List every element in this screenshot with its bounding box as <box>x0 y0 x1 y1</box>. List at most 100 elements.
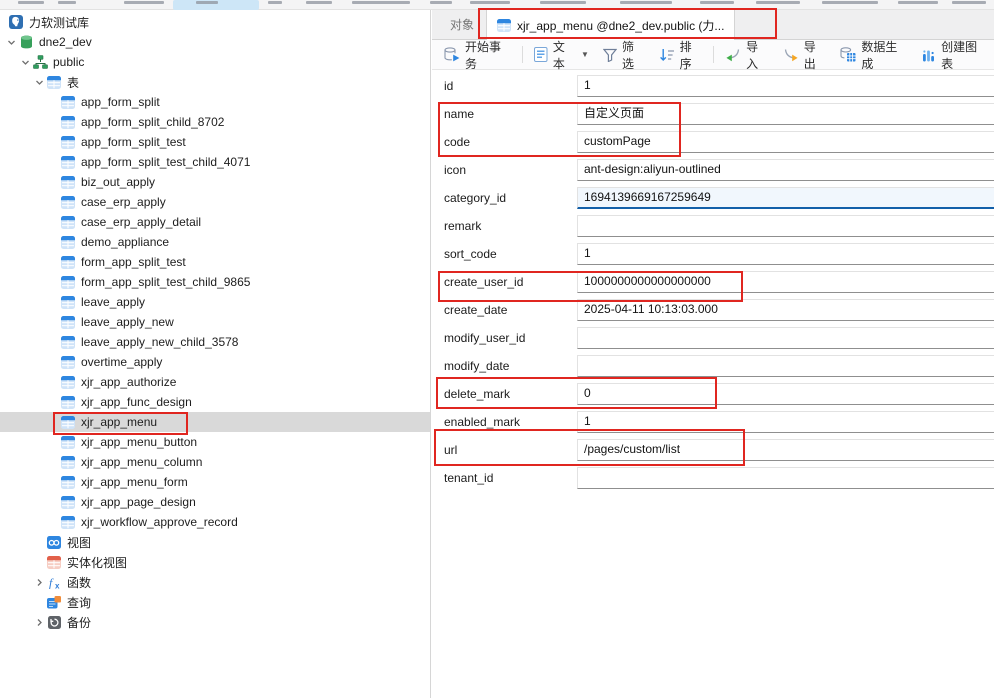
table-icon <box>60 295 76 309</box>
chevron-spacer <box>46 315 60 329</box>
-button[interactable]: 排序 <box>652 43 710 67</box>
tab-objects-label: 对象 <box>450 16 474 33</box>
tree-item-biz-out-apply[interactable]: biz_out_apply <box>0 172 430 192</box>
tree-item-xjr-app-func-design[interactable]: xjr_app_func_design <box>0 392 430 412</box>
tree-item-label: overtime_apply <box>81 355 170 369</box>
tree-item-[interactable]: 视图 <box>0 532 430 552</box>
tree-item-public[interactable]: public <box>0 52 430 72</box>
-button[interactable]: 文本▼ <box>527 43 596 67</box>
tree-item-label: xjr_workflow_approve_record <box>81 515 246 529</box>
field-value-sort-code[interactable]: 1 <box>577 243 994 265</box>
table-icon <box>60 375 76 389</box>
-button[interactable]: 筛选 <box>596 43 652 67</box>
field-value-create-date[interactable]: 2025-04-11 10:13:03.000 <box>577 299 994 321</box>
tab-xjr-app-menu[interactable]: xjr_app_menu @dne2_dev.public (力... <box>486 10 735 40</box>
field-value-remark[interactable] <box>577 215 994 237</box>
field-row-enabled-mark: enabled_mark1 <box>432 408 994 436</box>
field-row-modify-user-id: modify_user_id <box>432 324 994 352</box>
query-icon <box>46 595 62 609</box>
tree-item-case-erp-apply[interactable]: case_erp_apply <box>0 192 430 212</box>
field-value-id[interactable]: 1 <box>577 75 994 97</box>
clipped-ui-fragment <box>620 1 672 4</box>
field-value-name[interactable]: 自定义页面 <box>577 103 994 125</box>
tree-item-[interactable]: 查询 <box>0 592 430 612</box>
tree-item-[interactable]: 实体化视图 <box>0 552 430 572</box>
field-value-create-user-id[interactable]: 1000000000000000000 <box>577 271 994 293</box>
chevron-spacer <box>46 475 60 489</box>
tree-item-label: dne2_dev <box>39 35 100 49</box>
tree-item-form-app-split-test[interactable]: form_app_split_test <box>0 252 430 272</box>
tree-item-leave-apply[interactable]: leave_apply <box>0 292 430 312</box>
chevron-spacer <box>46 235 60 249</box>
tree-item-app-form-split[interactable]: app_form_split <box>0 92 430 112</box>
-button[interactable]: 导出 <box>776 43 834 67</box>
tree-item-[interactable]: 表 <box>0 72 430 92</box>
tree-item-form-app-split-test-child-9865[interactable]: form_app_split_test_child_9865 <box>0 272 430 292</box>
-button[interactable]: 导入 <box>718 43 776 67</box>
tree-item-[interactable]: 力软测试库 <box>0 12 430 32</box>
tree-item-xjr-app-authorize[interactable]: xjr_app_authorize <box>0 372 430 392</box>
table-icon <box>60 455 76 469</box>
field-value-code[interactable]: customPage <box>577 131 994 153</box>
field-value-icon[interactable]: ant-design:aliyun-outlined <box>577 159 994 181</box>
tree-item-dne2-dev[interactable]: dne2_dev <box>0 32 430 52</box>
field-value-modify-date[interactable] <box>577 355 994 377</box>
field-name-modify-user-id: modify_user_id <box>444 324 525 352</box>
field-row-delete-mark: delete_mark0 <box>432 380 994 408</box>
tab-bar: 对象 xjr_app_menu @dne2_dev.public (力... <box>432 10 994 40</box>
table-icon <box>60 355 76 369</box>
backup-icon <box>46 615 62 629</box>
toolbar-button-label: 创建图表 <box>941 38 987 72</box>
-button[interactable]: 开始事务 <box>437 43 518 67</box>
field-value-modify-user-id[interactable] <box>577 327 994 349</box>
clipped-ui-fragment <box>822 1 878 4</box>
chevron-down-icon[interactable] <box>4 35 18 49</box>
chevron-down-icon[interactable] <box>32 75 46 89</box>
tree-item-label: 查询 <box>67 594 99 611</box>
field-value-delete-mark[interactable]: 0 <box>577 383 994 405</box>
tree-item-xjr-workflow-approve-record[interactable]: xjr_workflow_approve_record <box>0 512 430 532</box>
tree-item-xjr-app-menu-button[interactable]: xjr_app_menu_button <box>0 432 430 452</box>
field-value-url[interactable]: /pages/custom/list <box>577 439 994 461</box>
tree-item-app-form-split-test[interactable]: app_form_split_test <box>0 132 430 152</box>
tree-item-case-erp-apply-detail[interactable]: case_erp_apply_detail <box>0 212 430 232</box>
field-row-category-id: category_id1694139669167259649 <box>432 184 994 212</box>
-button[interactable]: 数据生成 <box>833 43 914 67</box>
-button[interactable]: 创建图表 <box>914 43 994 67</box>
tree-item-leave-apply-new-child-3578[interactable]: leave_apply_new_child_3578 <box>0 332 430 352</box>
chevron-spacer <box>46 495 60 509</box>
toolbar-button-label: 开始事务 <box>465 38 511 72</box>
dropdown-caret-icon[interactable]: ▼ <box>581 50 589 59</box>
tree-item-xjr-app-page-design[interactable]: xjr_app_page_design <box>0 492 430 512</box>
tree-item-xjr-app-menu-column[interactable]: xjr_app_menu_column <box>0 452 430 472</box>
tree-item-leave-apply-new[interactable]: leave_apply_new <box>0 312 430 332</box>
field-value-text: customPage <box>584 134 651 148</box>
field-value-text: 1 <box>584 246 591 260</box>
tree-item-[interactable]: fx函数 <box>0 572 430 592</box>
chevron-right-icon[interactable] <box>32 615 46 629</box>
field-value-enabled-mark[interactable]: 1 <box>577 411 994 433</box>
tree-item-overtime-apply[interactable]: overtime_apply <box>0 352 430 372</box>
chevron-down-icon[interactable] <box>18 55 32 69</box>
field-value-tenant-id[interactable] <box>577 467 994 489</box>
clipped-ui-fragment <box>306 1 332 4</box>
tree-item-app-form-split-test-child-4071[interactable]: app_form_split_test_child_4071 <box>0 152 430 172</box>
table-icon <box>60 215 76 229</box>
tab-objects[interactable]: 对象 <box>438 10 486 39</box>
tree-item-demo-appliance[interactable]: demo_appliance <box>0 232 430 252</box>
field-row-remark: remark <box>432 212 994 240</box>
tree-item-xjr-app-menu[interactable]: xjr_app_menu <box>0 412 430 432</box>
tree-item-label: 表 <box>67 74 87 91</box>
field-value-category-id[interactable]: 1694139669167259649 <box>577 187 994 209</box>
chevron-spacer <box>32 555 46 569</box>
tree-item-app-form-split-child-8702[interactable]: app_form_split_child_8702 <box>0 112 430 132</box>
toolbar-button-label: 文本 <box>553 38 575 72</box>
data-generation-icon <box>840 47 856 62</box>
chevron-spacer <box>32 535 46 549</box>
tree-item-[interactable]: 备份 <box>0 612 430 632</box>
chevron-right-icon[interactable] <box>32 575 46 589</box>
tree-item-xjr-app-menu-form[interactable]: xjr_app_menu_form <box>0 472 430 492</box>
chevron-spacer <box>46 435 60 449</box>
database-green-icon <box>18 35 34 49</box>
chevron-spacer <box>46 375 60 389</box>
